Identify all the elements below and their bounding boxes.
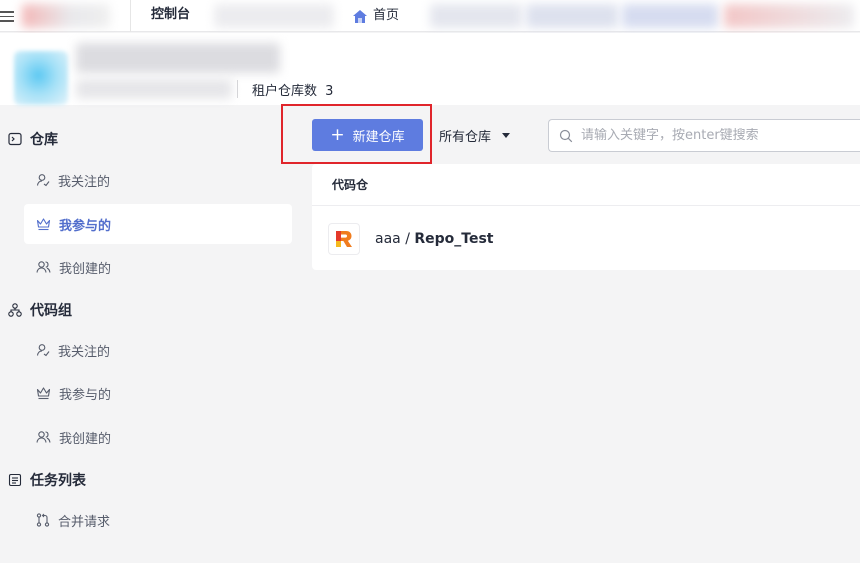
users-icon xyxy=(36,261,51,273)
new-repo-button[interactable]: + 新建仓库 xyxy=(312,119,423,151)
repo-filter-label: 所有仓库 xyxy=(439,130,492,145)
repo-list-panel: 代码仓 aaa / Repo_Test xyxy=(312,164,860,270)
repo-icon xyxy=(8,132,22,146)
sidebar-item-repo-created[interactable]: 我创建的 xyxy=(24,247,292,287)
search-box xyxy=(548,119,860,152)
task-list-icon xyxy=(8,473,22,487)
sidebar-section-code-group-title: 代码组 xyxy=(30,303,72,319)
plus-icon: + xyxy=(330,124,345,145)
blurred-tab-3 xyxy=(622,4,718,28)
search-icon xyxy=(559,129,573,142)
new-repo-button-label: 新建仓库 xyxy=(352,129,405,145)
divider xyxy=(237,80,238,98)
repo-owner: aaa xyxy=(375,230,401,247)
sidebar-section-task-list-title: 任务列表 xyxy=(30,473,86,489)
repo-count-value: 3 xyxy=(325,84,334,99)
sidebar-item-merge-request[interactable]: 合并请求 xyxy=(24,500,292,540)
column-header-repo: 代码仓 xyxy=(312,164,860,206)
code-group-icon xyxy=(8,303,22,317)
search-input[interactable] xyxy=(581,128,851,143)
repo-count: 租户仓库数 3 xyxy=(252,80,333,99)
merge-request-icon xyxy=(36,513,50,527)
blurred-tab-4 xyxy=(724,4,854,28)
sidebar-item-label: 合并请求 xyxy=(58,514,111,530)
tab-console-label: 控制台 xyxy=(150,7,190,22)
sidebar-item-group-participated[interactable]: 我参与的 xyxy=(24,373,292,413)
sidebar-item-label: 我创建的 xyxy=(59,261,112,277)
user-follow-icon xyxy=(36,344,50,357)
repo-filter-dropdown[interactable]: 所有仓库 xyxy=(439,126,511,145)
home-icon xyxy=(353,9,367,23)
sidebar-section-task-list[interactable]: 任务列表 xyxy=(8,470,86,490)
caret-down-icon xyxy=(502,133,511,138)
tab-console[interactable]: 控制台 xyxy=(130,0,210,32)
tab-home[interactable]: 首页 xyxy=(353,0,399,32)
repo-logo-icon xyxy=(328,222,360,255)
sidebar-section-code-group[interactable]: 代码组 xyxy=(8,300,72,320)
crown-icon xyxy=(36,218,51,231)
tab-home-label: 首页 xyxy=(373,8,400,23)
blurred-tenant-info xyxy=(76,79,232,99)
repo-separator: / xyxy=(400,230,415,247)
sidebar-item-label: 我关注的 xyxy=(58,344,111,360)
crown-icon xyxy=(36,387,51,400)
sidebar-item-label: 我参与的 xyxy=(59,387,112,403)
users-icon xyxy=(36,431,51,443)
tenant-avatar xyxy=(14,51,68,105)
repo-name: Repo_Test xyxy=(414,230,494,247)
blurred-tab-1 xyxy=(430,4,522,28)
sidebar-item-repo-participated[interactable]: 我参与的 xyxy=(24,204,292,244)
sidebar: 仓库 我关注的 我参与的 我创建的 代码组 我关注的 我参与的 我创建的 任务列… xyxy=(0,105,300,563)
blurred-tenant-name xyxy=(76,43,280,73)
blurred-logo xyxy=(22,4,110,28)
sidebar-item-group-followed[interactable]: 我关注的 xyxy=(24,330,292,370)
menu-icon[interactable] xyxy=(0,8,14,24)
sidebar-section-repo[interactable]: 仓库 xyxy=(8,129,58,149)
repo-count-label: 租户仓库数 xyxy=(252,84,318,99)
sidebar-section-repo-title: 仓库 xyxy=(30,132,58,148)
sidebar-item-repo-followed[interactable]: 我关注的 xyxy=(24,160,292,200)
sidebar-item-group-created[interactable]: 我创建的 xyxy=(24,417,292,457)
sidebar-item-label: 我参与的 xyxy=(59,218,112,234)
blurred-tab-2 xyxy=(526,4,618,28)
blurred-nav xyxy=(214,4,334,28)
sidebar-item-label: 我创建的 xyxy=(59,431,112,447)
table-row[interactable]: aaa / Repo_Test xyxy=(312,207,860,270)
sidebar-item-label: 我关注的 xyxy=(58,174,111,190)
repo-name-link[interactable]: aaa / Repo_Test xyxy=(375,231,494,247)
user-follow-icon xyxy=(36,174,50,187)
tenant-header: 租户仓库数 3 xyxy=(0,33,860,105)
top-bar: 控制台 首页 xyxy=(0,0,860,32)
